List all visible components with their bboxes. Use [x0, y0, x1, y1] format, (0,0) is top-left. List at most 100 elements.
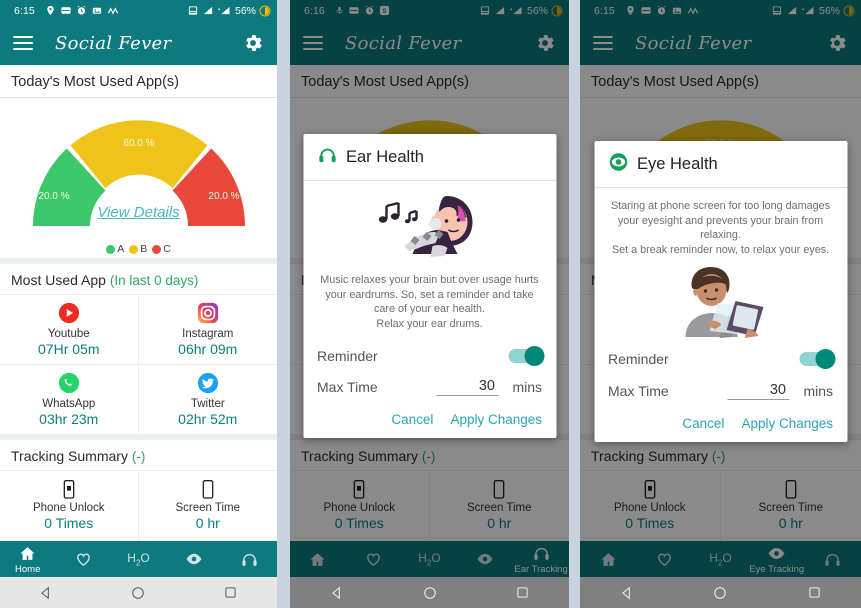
tracking-cell-phone-unlock[interactable]: Phone Unlock 0 Times [0, 470, 139, 537]
chart-legend: A B C [0, 243, 277, 255]
nav-label: Home [15, 563, 41, 575]
app-cell-youtube[interactable]: Youtube 07Hr 05m [0, 294, 139, 364]
nav-item-ear[interactable] [222, 541, 277, 577]
app-bar: Social Fever [0, 21, 277, 65]
phone-screen-ear-health: 6:16 S 56% Social Fever Today's Most Use… [290, 0, 569, 608]
maxtime-label: Max Time [317, 379, 378, 396]
dialog-description: Music relaxes your brain but over usage … [320, 274, 539, 330]
dialog-actions: Cancel Apply Changes [303, 406, 556, 438]
legend-item-a: A [106, 243, 124, 255]
cancel-button[interactable]: Cancel [682, 416, 724, 431]
girl-listening-music-illustration [317, 185, 542, 273]
home-circle-icon[interactable] [121, 577, 155, 608]
nav-item-water[interactable]: H2O [111, 541, 166, 577]
tracking-subtitle: (-) [131, 449, 146, 464]
ear-health-dialog: Ear Health Music relaxes your brain but … [303, 134, 556, 439]
reminder-toggle[interactable] [799, 349, 835, 370]
eye-icon [608, 152, 628, 177]
dialog-description: Staring at phone screen for too long dam… [610, 200, 831, 256]
legend-label-c: C [163, 243, 171, 255]
tracking-title: Tracking Summary [11, 448, 128, 464]
apply-changes-button[interactable]: Apply Changes [741, 416, 833, 431]
dialog-header: Ear Health [303, 134, 556, 181]
status-bar-left: 6:15 [6, 5, 187, 17]
gauge-label-b: 60.0 % [123, 138, 154, 149]
location-icon [45, 5, 56, 16]
app-title: Social Fever [55, 32, 172, 54]
instagram-icon [141, 300, 276, 326]
menu-icon[interactable] [13, 36, 33, 50]
photo-icon [91, 5, 103, 16]
maxtime-unit: mins [803, 383, 833, 400]
nav-item-eye[interactable] [166, 541, 221, 577]
legend-label-a: A [117, 243, 125, 255]
signal2-icon [217, 5, 231, 16]
water-icon: H2O [127, 550, 150, 568]
app-cell-instagram[interactable]: Instagram 06hr 09m [138, 294, 277, 364]
app-value: 06hr 09m [178, 341, 238, 357]
nav-item-heart[interactable] [55, 541, 110, 577]
usage-gauge-chart: 20.0 % 60.0 % 20.0 % View Details A B C [0, 98, 277, 258]
main-content: Today's Most Used App(s) 20.0 % 60.0 % 2… [0, 65, 277, 559]
gear-icon[interactable] [242, 32, 264, 54]
eye-icon [185, 549, 203, 569]
tracking-cell-screen-time[interactable]: Screen Time 0 hr [138, 470, 277, 537]
most-used-grid: Youtube 07Hr 05m Instagram 06hr 09m What… [0, 294, 277, 434]
recents-square-icon[interactable] [506, 577, 540, 608]
most-used-heading: Most Used App (In last 0 days) [0, 264, 277, 294]
screenshot-panels: 6:15 56% Social Fever Today's Most Used … [0, 0, 861, 608]
maxtime-input[interactable]: 30 [436, 378, 498, 397]
dialog-header: Eye Health [594, 141, 847, 188]
cancel-button[interactable]: Cancel [391, 412, 433, 427]
app-value: 03hr 23m [39, 411, 99, 427]
most-used-title: Most Used App [11, 272, 106, 288]
twitter-icon [141, 370, 276, 396]
reminder-row: Reminder [594, 342, 847, 382]
reminder-label: Reminder [317, 348, 378, 365]
apply-changes-button[interactable]: Apply Changes [450, 412, 542, 427]
gauge-label-c: 20.0 % [208, 191, 239, 202]
back-triangle-icon[interactable] [320, 577, 354, 608]
nav-item-home[interactable]: Home [0, 541, 55, 577]
app-cell-whatsapp[interactable]: WhatsApp 03hr 23m [0, 364, 139, 434]
android-system-nav [0, 577, 277, 608]
maxtime-row: Max Time 30 mins [303, 378, 556, 406]
phone-unlock-icon [2, 477, 136, 502]
eye-health-dialog: Eye Health Staring at phone screen for t… [594, 141, 847, 443]
legend-item-c: C [152, 243, 171, 255]
back-triangle-icon[interactable] [610, 577, 644, 608]
dialog-actions: Cancel Apply Changes [594, 410, 847, 442]
home-icon [19, 544, 36, 564]
bottom-navigation: Home H2O [0, 541, 277, 577]
dialog-title: Eye Health [637, 155, 718, 173]
app-cell-twitter[interactable]: Twitter 02hr 52m [138, 364, 277, 434]
battery-icon [259, 5, 271, 17]
most-used-subtitle: (In last 0 days) [109, 273, 199, 288]
alarm-icon [76, 5, 87, 16]
phone-screen-home: 6:15 56% Social Fever Today's Most Used … [0, 0, 277, 608]
home-circle-icon[interactable] [703, 577, 737, 608]
phone-screen-eye-health: 6:15 56% Social Fever Today's Most Used … [580, 0, 861, 608]
dialog-body: Staring at phone screen for too long dam… [594, 188, 847, 342]
maxtime-input[interactable]: 30 [727, 382, 789, 401]
android-system-nav [290, 577, 569, 608]
vibrate-icon [187, 5, 199, 16]
home-circle-icon[interactable] [413, 577, 447, 608]
headphone-icon [241, 549, 258, 569]
app-name: WhatsApp [42, 398, 96, 410]
back-triangle-icon[interactable] [29, 577, 63, 608]
panel-gap [277, 0, 290, 608]
app-name: Youtube [47, 328, 90, 340]
youtube-icon [2, 300, 136, 326]
tracking-value: 0 hr [195, 515, 220, 531]
most-used-app-card: Most Used App (In last 0 days) Youtube 0… [0, 264, 277, 434]
maxtime-unit: mins [512, 379, 542, 396]
mountain-icon [107, 5, 119, 16]
reminder-toggle[interactable] [508, 346, 544, 367]
recents-square-icon[interactable] [214, 577, 248, 608]
legend-swatch-a [106, 244, 116, 254]
app-value: 02hr 52m [178, 411, 238, 427]
recents-square-icon[interactable] [797, 577, 831, 608]
tracking-heading: Tracking Summary (-) [0, 440, 277, 470]
view-details-link[interactable]: View Details [0, 204, 277, 221]
